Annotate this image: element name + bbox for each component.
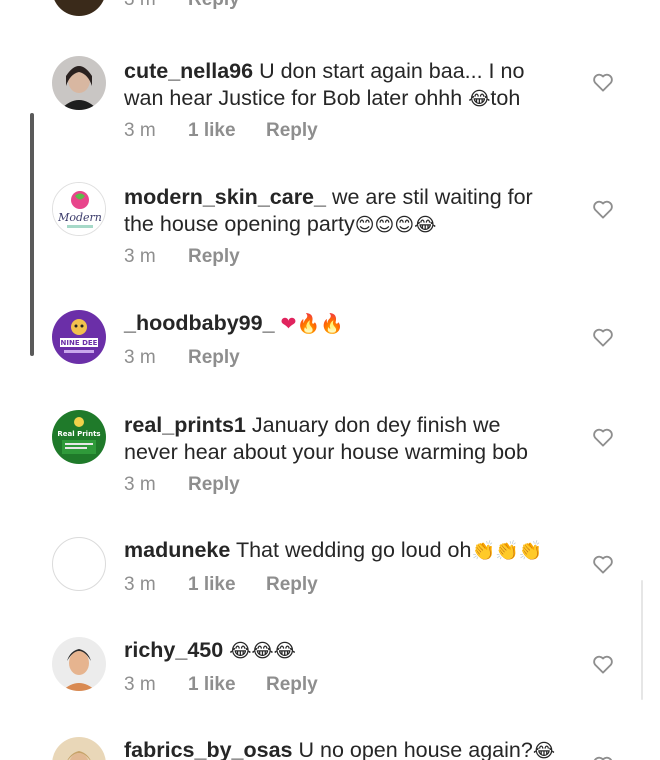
comment-text: That wedding go loud oh xyxy=(235,538,472,562)
comment-meta: 3 m Reply xyxy=(124,347,240,369)
heart-outline-icon[interactable] xyxy=(592,327,614,347)
comment-username[interactable]: cute_nella96 xyxy=(124,59,253,83)
comment-time: 3 m xyxy=(124,347,156,368)
likes-count[interactable]: 1 like xyxy=(188,120,266,142)
heart-outline-icon[interactable] xyxy=(592,554,614,574)
heart-outline-icon[interactable] xyxy=(592,755,614,760)
comment-text: wan hear Justice for Bob later ohhh xyxy=(124,86,469,110)
avatar-logo-text: Real Prints xyxy=(57,430,100,438)
avatar[interactable] xyxy=(52,637,106,691)
avatar[interactable] xyxy=(52,537,106,591)
comment-meta: 3 m 1 like Reply xyxy=(124,120,318,142)
clapping-emoji: 👏👏👏 xyxy=(471,540,543,562)
comment-username[interactable]: richy_450 xyxy=(124,638,223,662)
likes-count[interactable]: 1 like xyxy=(188,674,266,696)
laughing-emoji: 😂 xyxy=(468,88,491,110)
heart-fire-emoji: ❤🔥🔥 xyxy=(280,313,344,335)
heart-outline-icon[interactable] xyxy=(592,199,614,219)
avatar[interactable] xyxy=(52,56,106,110)
comment-meta: 3 m 1 like Reply xyxy=(124,574,318,596)
heart-outline-icon[interactable] xyxy=(592,427,614,447)
reply-button[interactable]: Reply xyxy=(266,120,318,142)
comment-username[interactable]: fabrics_by_osas xyxy=(124,738,293,760)
comment-time: 3 m xyxy=(124,574,156,595)
comment-text: U don start again baa... I no xyxy=(259,59,525,83)
comment-username[interactable]: modern_skin_care_ xyxy=(124,185,326,209)
comment-meta: 3 m 1 like Reply xyxy=(124,674,318,696)
comment-meta: 3 m Reply xyxy=(124,474,240,496)
heart-outline-icon[interactable] xyxy=(592,72,614,92)
reply-button[interactable]: Reply xyxy=(188,347,240,369)
avatar[interactable]: NINE DEE xyxy=(52,310,106,364)
likes-count[interactable]: 1 like xyxy=(188,574,266,596)
comment-text: U no open house again? xyxy=(298,738,533,760)
comment-time: 3 m xyxy=(124,674,156,695)
reply-button[interactable]: Reply xyxy=(188,246,240,268)
smiling-emoji: 😊😊😊😂 xyxy=(354,214,437,236)
comment-time: 3 m xyxy=(124,120,156,141)
comment-text: the house opening party xyxy=(124,212,355,236)
avatar-logo-text: NINE DEE xyxy=(61,339,98,347)
scrollbar-left[interactable] xyxy=(30,113,34,356)
avatar[interactable]: Real Prints xyxy=(52,410,106,464)
comment-username[interactable]: real_prints1 xyxy=(124,413,246,437)
avatar[interactable]: Modern xyxy=(52,182,106,236)
laughing-emoji: 😂😂😂 xyxy=(229,640,296,662)
avatar[interactable] xyxy=(52,0,106,16)
avatar-logo-text: Modern xyxy=(57,211,102,224)
comment-username[interactable]: _hoodbaby99_ xyxy=(124,311,275,335)
reply-button[interactable]: Reply xyxy=(266,674,318,696)
comment-meta: 3 mReply xyxy=(124,0,240,11)
comment-time: 3 m xyxy=(124,0,188,11)
comment-text: we are stil waiting for xyxy=(331,185,533,209)
laughing-emoji: 😂 xyxy=(532,740,556,760)
comment-time: 3 m xyxy=(124,246,156,267)
comment-text: toh xyxy=(490,86,521,110)
comment-time: 3 m xyxy=(124,474,156,495)
comment-username[interactable]: maduneke xyxy=(124,538,230,562)
reply-button[interactable]: Reply xyxy=(188,474,240,496)
comment-text: never hear about your house warming bob xyxy=(124,440,528,464)
scrollbar-right[interactable] xyxy=(641,580,643,700)
reply-button[interactable]: Reply xyxy=(266,574,318,596)
comment-meta: 3 m Reply xyxy=(124,246,240,268)
heart-outline-icon[interactable] xyxy=(592,654,614,674)
reply-button[interactable]: Reply xyxy=(188,0,240,11)
avatar[interactable] xyxy=(52,737,106,760)
comment-text: January don dey finish we xyxy=(251,413,501,437)
